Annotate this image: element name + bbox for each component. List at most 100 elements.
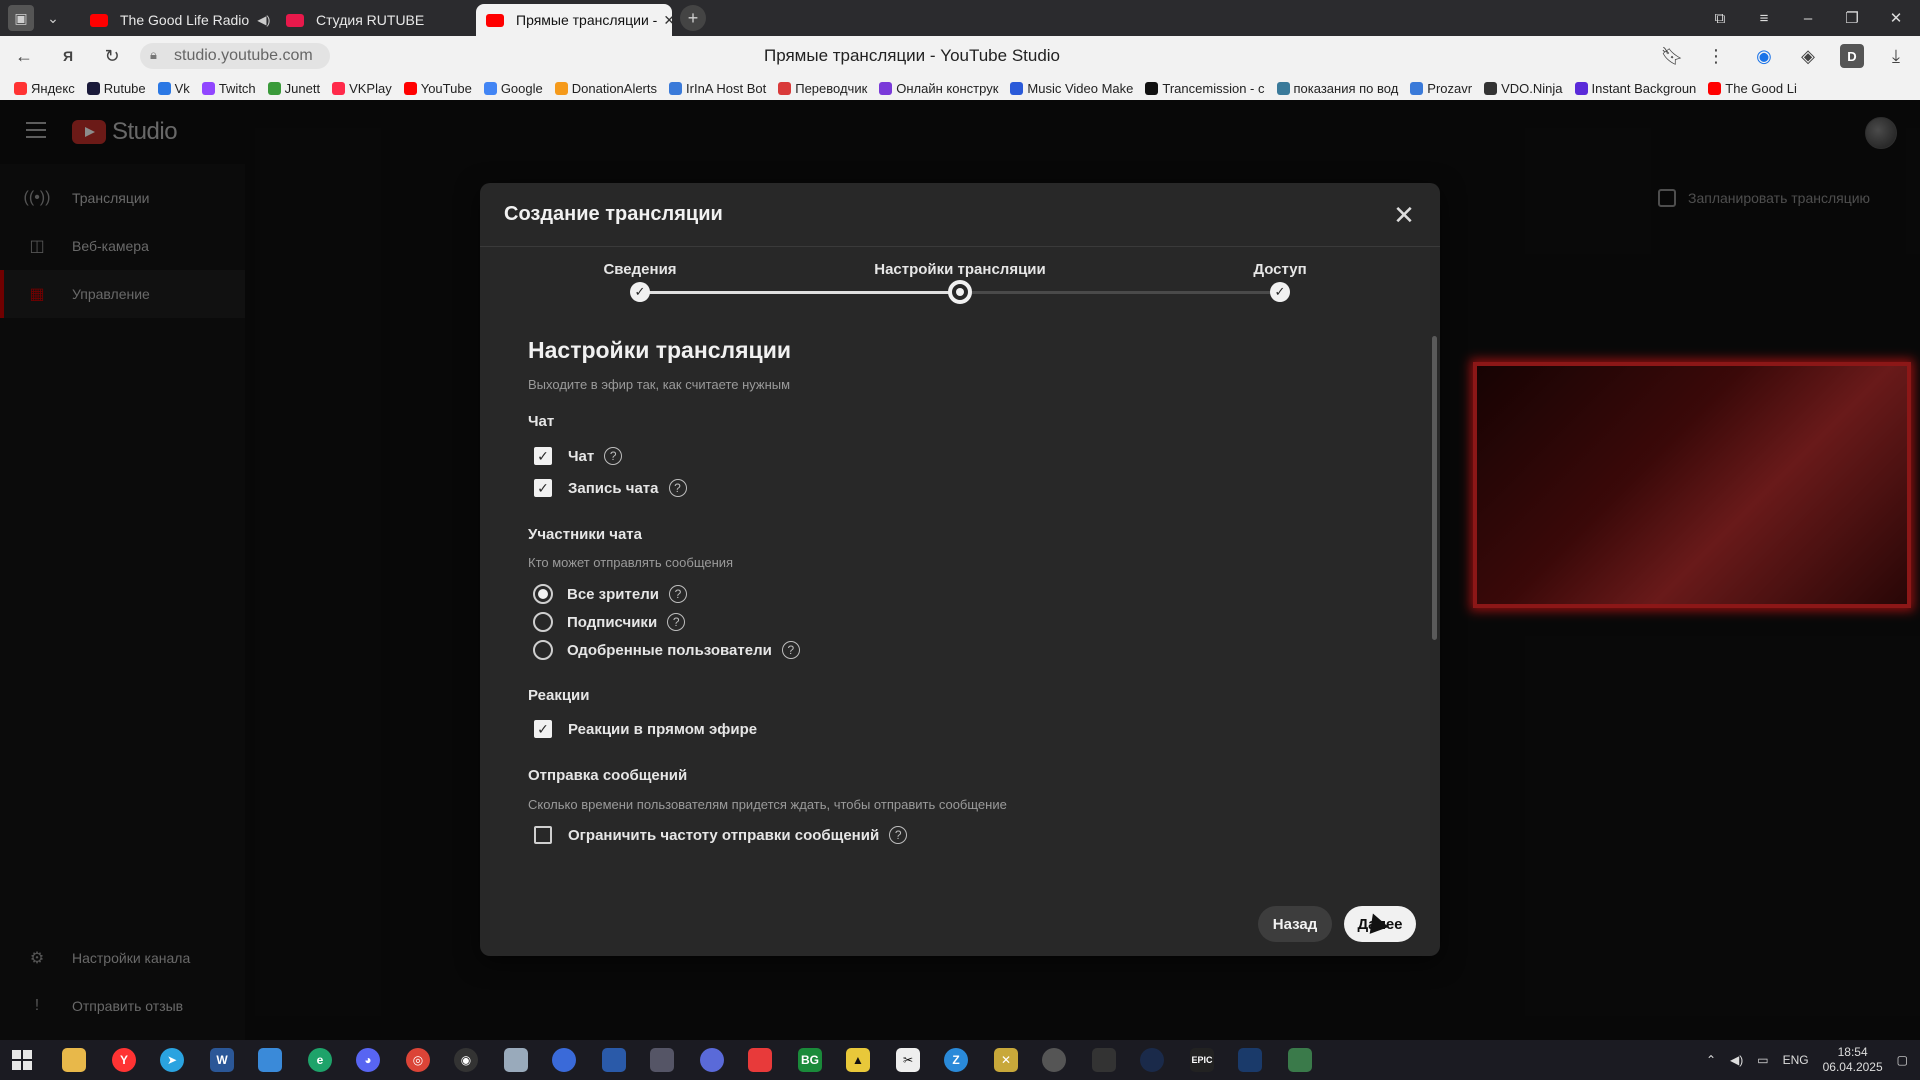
help-icon[interactable]: ?: [781, 641, 800, 659]
current-step-icon[interactable]: [948, 280, 972, 304]
warning-app-icon[interactable]: ▲: [846, 1048, 870, 1072]
capcut-icon[interactable]: ✂: [896, 1048, 920, 1072]
audio-playing-icon[interactable]: ◀): [257, 13, 270, 27]
bookmark-item[interactable]: The Good Li: [1708, 81, 1797, 96]
tab-rutube-studio[interactable]: Студия RUTUBE: [276, 4, 471, 36]
checkbox-checked-icon[interactable]: ✓: [534, 447, 552, 465]
app-icon[interactable]: [1042, 1048, 1066, 1072]
telegram-icon[interactable]: ➤: [160, 1048, 184, 1072]
minimize-icon[interactable]: –: [1786, 0, 1830, 36]
bookmark-item[interactable]: Music Video Make: [1010, 81, 1133, 96]
help-icon[interactable]: ?: [668, 585, 687, 603]
chevron-up-icon[interactable]: ⌃: [1706, 1053, 1716, 1067]
more-dots-icon[interactable]: ⋮: [1704, 44, 1728, 68]
tab-list-chevron-icon[interactable]: ⌄: [40, 5, 66, 31]
scrollbar[interactable]: [1432, 336, 1437, 640]
bookmark-item[interactable]: Переводчик: [778, 81, 867, 96]
restore-icon[interactable]: ❐: [1830, 0, 1874, 36]
volume-icon[interactable]: ◀): [1730, 1053, 1743, 1067]
edge-icon[interactable]: e: [308, 1048, 332, 1072]
close-icon[interactable]: ✕: [1391, 200, 1417, 230]
word-icon[interactable]: W: [210, 1048, 234, 1072]
file-explorer-icon[interactable]: [62, 1048, 86, 1072]
tab-youtube-studio[interactable]: Прямые трансляции - ✕: [476, 4, 672, 36]
bookmark-item[interactable]: DonationAlerts: [554, 81, 657, 96]
bookmark-item[interactable]: Vk: [157, 81, 190, 96]
obs-icon[interactable]: ◉: [454, 1048, 478, 1072]
notepad-icon[interactable]: [258, 1048, 282, 1072]
extension-s-icon[interactable]: ◉: [1752, 44, 1776, 68]
bookmark-item[interactable]: показания по вод: [1276, 81, 1398, 96]
bookmark-item[interactable]: Онлайн конструк: [879, 81, 998, 96]
tab-good-life-radio[interactable]: The Good Life Radio ◀) ✕: [80, 4, 270, 36]
checkbox-checked-icon[interactable]: ✓: [534, 720, 552, 738]
download-icon[interactable]: ⤓: [1884, 44, 1908, 68]
checkbox-unchecked-icon[interactable]: [534, 826, 552, 844]
step-label-access[interactable]: Доступ: [1253, 261, 1306, 278]
network-icon[interactable]: ▭: [1757, 1053, 1768, 1067]
bookmark-item[interactable]: Trancemission - c: [1145, 81, 1265, 96]
radio-selected-icon[interactable]: [533, 584, 553, 604]
radio-all-viewers[interactable]: Все зрители ?: [528, 584, 687, 604]
step-label-details[interactable]: Сведения: [603, 261, 676, 278]
step-label-settings[interactable]: Настройки трансляции: [874, 261, 1046, 278]
window-close-icon[interactable]: ✕: [1874, 0, 1918, 36]
chat-checkbox-row[interactable]: ✓ Чат ?: [528, 447, 623, 465]
check-icon[interactable]: ✓: [1270, 282, 1290, 302]
game-icon[interactable]: ✕: [994, 1048, 1018, 1072]
bookmark-item[interactable]: Instant Backgroun: [1574, 81, 1696, 96]
browser-menu-icon[interactable]: ▣: [8, 5, 34, 31]
bookmark-item[interactable]: IrInA Host Bot: [669, 81, 766, 96]
document-icon[interactable]: [504, 1048, 528, 1072]
bookmark-item[interactable]: Rutube: [86, 81, 146, 96]
radio-unselected-icon[interactable]: [533, 640, 553, 660]
image-viewer-icon[interactable]: [650, 1048, 674, 1072]
bookmark-item[interactable]: Яндекс: [14, 81, 75, 96]
extension-icon[interactable]: ◈: [1796, 44, 1820, 68]
epic-games-icon[interactable]: EPIC: [1190, 1048, 1214, 1072]
app-icon[interactable]: [1288, 1048, 1312, 1072]
app-icon[interactable]: [700, 1048, 724, 1072]
bookmark-item[interactable]: VDO.Ninja: [1484, 81, 1563, 96]
radio-approved-users[interactable]: Одобренные пользователи ?: [528, 640, 800, 660]
bookmark-item[interactable]: Prozavr: [1410, 81, 1472, 96]
tab-close-icon[interactable]: ✕: [657, 12, 672, 29]
app-icon[interactable]: [552, 1048, 576, 1072]
window-icon[interactable]: [602, 1048, 626, 1072]
help-icon[interactable]: ?: [668, 479, 687, 497]
bookmark-item[interactable]: Junett: [267, 81, 320, 96]
bookmark-item[interactable]: VKPlay: [332, 81, 392, 96]
slow-mode-checkbox-row[interactable]: Ограничить частоту отправки сообщений ?: [528, 826, 908, 844]
bookmark-item[interactable]: Twitch: [201, 81, 256, 96]
help-icon[interactable]: ?: [667, 613, 686, 631]
windows-start-icon[interactable]: [12, 1050, 32, 1070]
new-tab-plus-icon[interactable]: +: [680, 5, 706, 31]
app-icon[interactable]: [1092, 1048, 1116, 1072]
bg-app-icon[interactable]: BG: [798, 1048, 822, 1072]
bookmark-item[interactable]: YouTube: [403, 81, 472, 96]
app-icon[interactable]: [1238, 1048, 1262, 1072]
help-icon[interactable]: ?: [604, 447, 623, 465]
game-app-icon[interactable]: [748, 1048, 772, 1072]
checkbox-checked-icon[interactable]: ✓: [534, 479, 552, 497]
check-icon[interactable]: ✓: [630, 282, 650, 302]
extension-d-icon[interactable]: D: [1840, 44, 1864, 68]
language-indicator[interactable]: ENG: [1783, 1053, 1809, 1067]
chrome-icon[interactable]: ◎: [406, 1048, 430, 1072]
menu-lines-icon[interactable]: ≡: [1742, 0, 1786, 36]
back-button[interactable]: Назад: [1258, 906, 1332, 942]
zoom-icon[interactable]: Z: [944, 1048, 968, 1072]
bookmark-icon[interactable]: 🔖︎: [1660, 44, 1684, 68]
bookmark-item[interactable]: Google: [483, 81, 543, 96]
radio-subscribers[interactable]: Подписчики ?: [528, 612, 686, 632]
yandex-browser-icon[interactable]: Y: [112, 1048, 136, 1072]
help-icon[interactable]: ?: [889, 826, 908, 844]
steam-icon[interactable]: [1140, 1048, 1164, 1072]
notifications-icon[interactable]: ▢: [1897, 1053, 1908, 1067]
live-reactions-checkbox-row[interactable]: ✓ Реакции в прямом эфире: [528, 720, 757, 738]
radio-unselected-icon[interactable]: [533, 612, 553, 632]
collections-icon[interactable]: ⧉: [1698, 0, 1742, 36]
discord-icon[interactable]: ◕: [356, 1048, 380, 1072]
clock[interactable]: 18:54 06.04.2025: [1823, 1045, 1883, 1075]
chat-replay-checkbox-row[interactable]: ✓ Запись чата ?: [528, 479, 687, 497]
